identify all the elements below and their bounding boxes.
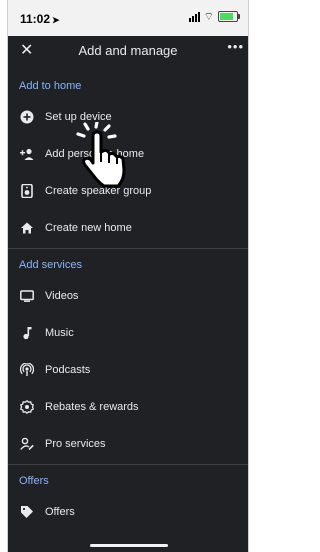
page-title: Add and manage [78, 43, 178, 58]
music-item[interactable]: Music [8, 319, 248, 349]
wifi-icon: ⌔ [203, 10, 214, 23]
home-indicator[interactable] [90, 544, 168, 547]
rebates-rewards-item[interactable]: Rebates & rewards [8, 393, 248, 423]
music-label: Music [45, 327, 74, 339]
add-circle-icon [20, 110, 34, 124]
add-person-icon [20, 148, 34, 160]
podcast-icon [20, 363, 34, 376]
status-icons: ⌔ [188, 10, 240, 23]
more-options-icon[interactable]: ••• [227, 39, 244, 54]
rebates-rewards-label: Rebates & rewards [45, 401, 139, 413]
tap-hand-icon [76, 122, 126, 188]
podcasts-item[interactable]: Podcasts [8, 356, 248, 386]
pro-services-icon [20, 437, 34, 451]
signal-icon [188, 11, 200, 22]
section-header-offers: Offers [19, 475, 49, 487]
tag-icon [21, 506, 33, 518]
create-new-home-label: Create new home [45, 222, 132, 234]
rebates-badge-icon [20, 400, 34, 414]
podcasts-label: Podcasts [45, 364, 91, 376]
create-new-home-item[interactable]: Create new home [8, 214, 248, 244]
music-note-icon [23, 327, 32, 340]
divider [8, 248, 248, 249]
phone-screen: 11:02 ➤ ⌔ ✕ Add and manage ••• Add to hom… [8, 0, 248, 552]
pro-services-item[interactable]: Pro services [8, 430, 248, 460]
offers-label: Offers [45, 506, 75, 518]
videos-item[interactable]: Videos [8, 282, 248, 312]
offers-item[interactable]: Offers [8, 498, 248, 528]
home-icon [21, 222, 33, 234]
status-bar: 11:02 ➤ ⌔ [8, 0, 248, 36]
tv-icon [20, 290, 34, 302]
section-header-add-services: Add services [19, 259, 82, 271]
location-arrow-icon: ➤ [52, 15, 60, 25]
top-app-bar: ✕ Add and manage ••• [8, 36, 248, 64]
speaker-icon [21, 184, 33, 198]
pro-services-label: Pro services [45, 438, 106, 450]
videos-label: Videos [45, 290, 79, 302]
status-time: 11:02 ➤ [20, 12, 60, 26]
section-header-add-to-home: Add to home [19, 80, 82, 92]
battery-icon [218, 11, 240, 22]
divider [8, 464, 248, 465]
